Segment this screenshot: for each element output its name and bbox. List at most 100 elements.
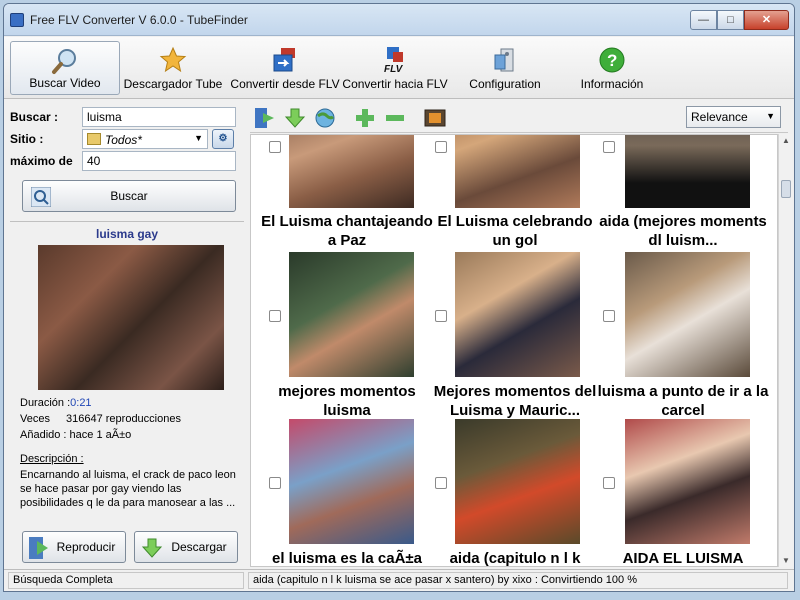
result-thumbnail[interactable] (625, 252, 750, 377)
buscar-label: Buscar : (10, 110, 59, 124)
download-icon[interactable] (284, 107, 306, 129)
results-scrollbar[interactable]: ▲ ▼ (778, 134, 792, 567)
left-panel: Buscar : luisma Sitio : Todos* ▼ ⚙ máxim… (10, 103, 244, 568)
toolbar-informacion[interactable]: ? Información (560, 41, 664, 95)
result-checkbox[interactable] (269, 310, 281, 322)
folder-icon (87, 133, 101, 145)
maximize-button[interactable]: □ (717, 10, 744, 30)
remove-icon[interactable] (384, 107, 406, 129)
result-thumbnail[interactable] (289, 419, 414, 544)
descargar-button[interactable]: Descargar (134, 531, 238, 563)
status-bar: Búsqueda Completa aida (capitulo n l k l… (4, 569, 794, 591)
sort-select-value: Relevance (691, 110, 748, 124)
result-checkbox[interactable] (435, 477, 447, 489)
result-title: mejores momentos luisma (278, 383, 416, 419)
search-input[interactable]: luisma (82, 107, 236, 127)
settings-icon (494, 48, 514, 72)
result-thumbnail[interactable] (289, 252, 414, 377)
window-title: Free FLV Converter V 6.0.0 - TubeFinder (30, 13, 248, 27)
status-left: Búsqueda Completa (8, 572, 244, 589)
convert-from-flv-icon (273, 48, 295, 72)
chevron-down-icon: ▼ (194, 133, 203, 143)
toolbar-label: Descargador Tube (123, 77, 223, 91)
scrollbar-thumb[interactable] (781, 180, 791, 198)
scroll-down-icon[interactable]: ▼ (782, 556, 790, 565)
close-button[interactable]: ✕ (744, 10, 789, 30)
result-checkbox[interactable] (269, 141, 281, 153)
toolbar-configuration[interactable]: Configuration (452, 41, 558, 95)
result-thumbnail[interactable] (289, 135, 414, 208)
help-icon: ? (599, 47, 625, 73)
result-title: luisma a punto de ir a la carcel (597, 383, 769, 419)
results-grid: El Luisma chantajeando a Paz El Luisma c… (250, 134, 778, 567)
toolbar-convertir-desde-flv[interactable]: Convertir desde FLV (230, 41, 340, 95)
description-text: Encarnando al luisma, el crack de paco l… (20, 469, 236, 509)
sitio-label: Sitio : (10, 132, 44, 146)
result-checkbox[interactable] (269, 477, 281, 489)
scroll-up-icon[interactable]: ▲ (782, 136, 790, 145)
result-checkbox[interactable] (603, 310, 615, 322)
result-checkbox[interactable] (435, 141, 447, 153)
result-title: aida (mejores moments dl luism... (599, 213, 767, 249)
descargar-label: Descargar (171, 540, 227, 554)
site-select[interactable]: Todos* ▼ (82, 129, 208, 149)
views-info: Veces 316647 reproducciones (20, 413, 181, 425)
results-toolbar: Relevance ▼ (250, 103, 788, 133)
result-title: El Luisma celebrando un gol (437, 213, 593, 249)
sitio-row: Sitio : Todos* ▼ ⚙ (10, 129, 240, 149)
result-thumbnail[interactable] (455, 419, 580, 544)
views-label: Veces (20, 413, 50, 425)
site-select-value: Todos* (105, 133, 142, 147)
toolbar-label: Información (580, 77, 644, 91)
result-checkbox[interactable] (603, 141, 615, 153)
globe-icon[interactable] (314, 107, 336, 129)
result-checkbox[interactable] (435, 310, 447, 322)
result-thumbnail[interactable] (455, 135, 580, 208)
result-thumbnail[interactable] (455, 252, 580, 377)
svg-text:?: ? (607, 51, 617, 70)
app-window: Free FLV Converter V 6.0.0 - TubeFinder … (3, 3, 795, 592)
svg-text:FLV: FLV (384, 64, 404, 74)
add-icon[interactable] (354, 107, 376, 129)
star-icon (159, 46, 187, 73)
site-settings-button[interactable]: ⚙ (212, 129, 234, 149)
preview-thumbnail[interactable] (38, 245, 224, 390)
toolbar-descargador-tube[interactable]: Descargador Tube (120, 41, 226, 95)
preview-title: luisma gay (95, 227, 159, 241)
reproducir-label: Reproducir (56, 540, 116, 554)
chevron-down-icon: ▼ (766, 111, 775, 121)
duration-info: Duración :0:21 (20, 397, 92, 409)
status-right: aida (capitulo n l k luisma se ace pasar… (248, 572, 788, 589)
play-video-icon[interactable] (254, 107, 276, 129)
app-icon (10, 13, 24, 27)
result-title: Mejores momentos del Luisma y Mauric... (433, 383, 597, 419)
result-title: el luisma es la caÃ±a (272, 550, 422, 567)
buscar-button[interactable]: Buscar (22, 180, 236, 212)
result-checkbox[interactable] (603, 477, 615, 489)
reproducir-button[interactable]: Reproducir (22, 531, 126, 563)
film-icon[interactable] (424, 107, 446, 129)
site-settings-icon: ⚙ (218, 133, 228, 144)
duration-value: 0:21 (70, 397, 92, 409)
sort-select[interactable]: Relevance ▼ (686, 106, 781, 128)
result-title: aida (capitulo n l k (449, 550, 581, 567)
result-title: El Luisma chantajeando a Paz (261, 213, 433, 249)
max-results-input[interactable]: 40 (82, 151, 236, 171)
result-thumbnail[interactable] (625, 135, 750, 208)
toolbar-buscar-video[interactable]: Buscar Video (10, 41, 120, 95)
toolbar-convertir-hacia-flv[interactable]: FLV Convertir hacia FLV (342, 41, 448, 95)
toolbar-label: Configuration (469, 77, 541, 91)
views-value: 316647 reproducciones (66, 413, 181, 425)
panel-divider (10, 221, 244, 222)
maximo-label: máximo de (10, 154, 73, 168)
main-toolbar: Buscar Video Descargador Tube Convertir … (4, 37, 794, 99)
toolbar-label: Convertir hacia FLV (342, 77, 448, 91)
duration-label: Duración : (20, 397, 71, 409)
added-info: Añadido : hace 1 aÃ±o (20, 429, 132, 441)
result-thumbnail[interactable] (625, 419, 750, 544)
minimize-button[interactable]: — (690, 10, 717, 30)
play-icon (29, 537, 48, 559)
title-bar: Free FLV Converter V 6.0.0 - TubeFinder … (4, 4, 794, 36)
toolbar-label: Buscar Video (29, 76, 101, 90)
download-arrow-icon (141, 538, 163, 558)
